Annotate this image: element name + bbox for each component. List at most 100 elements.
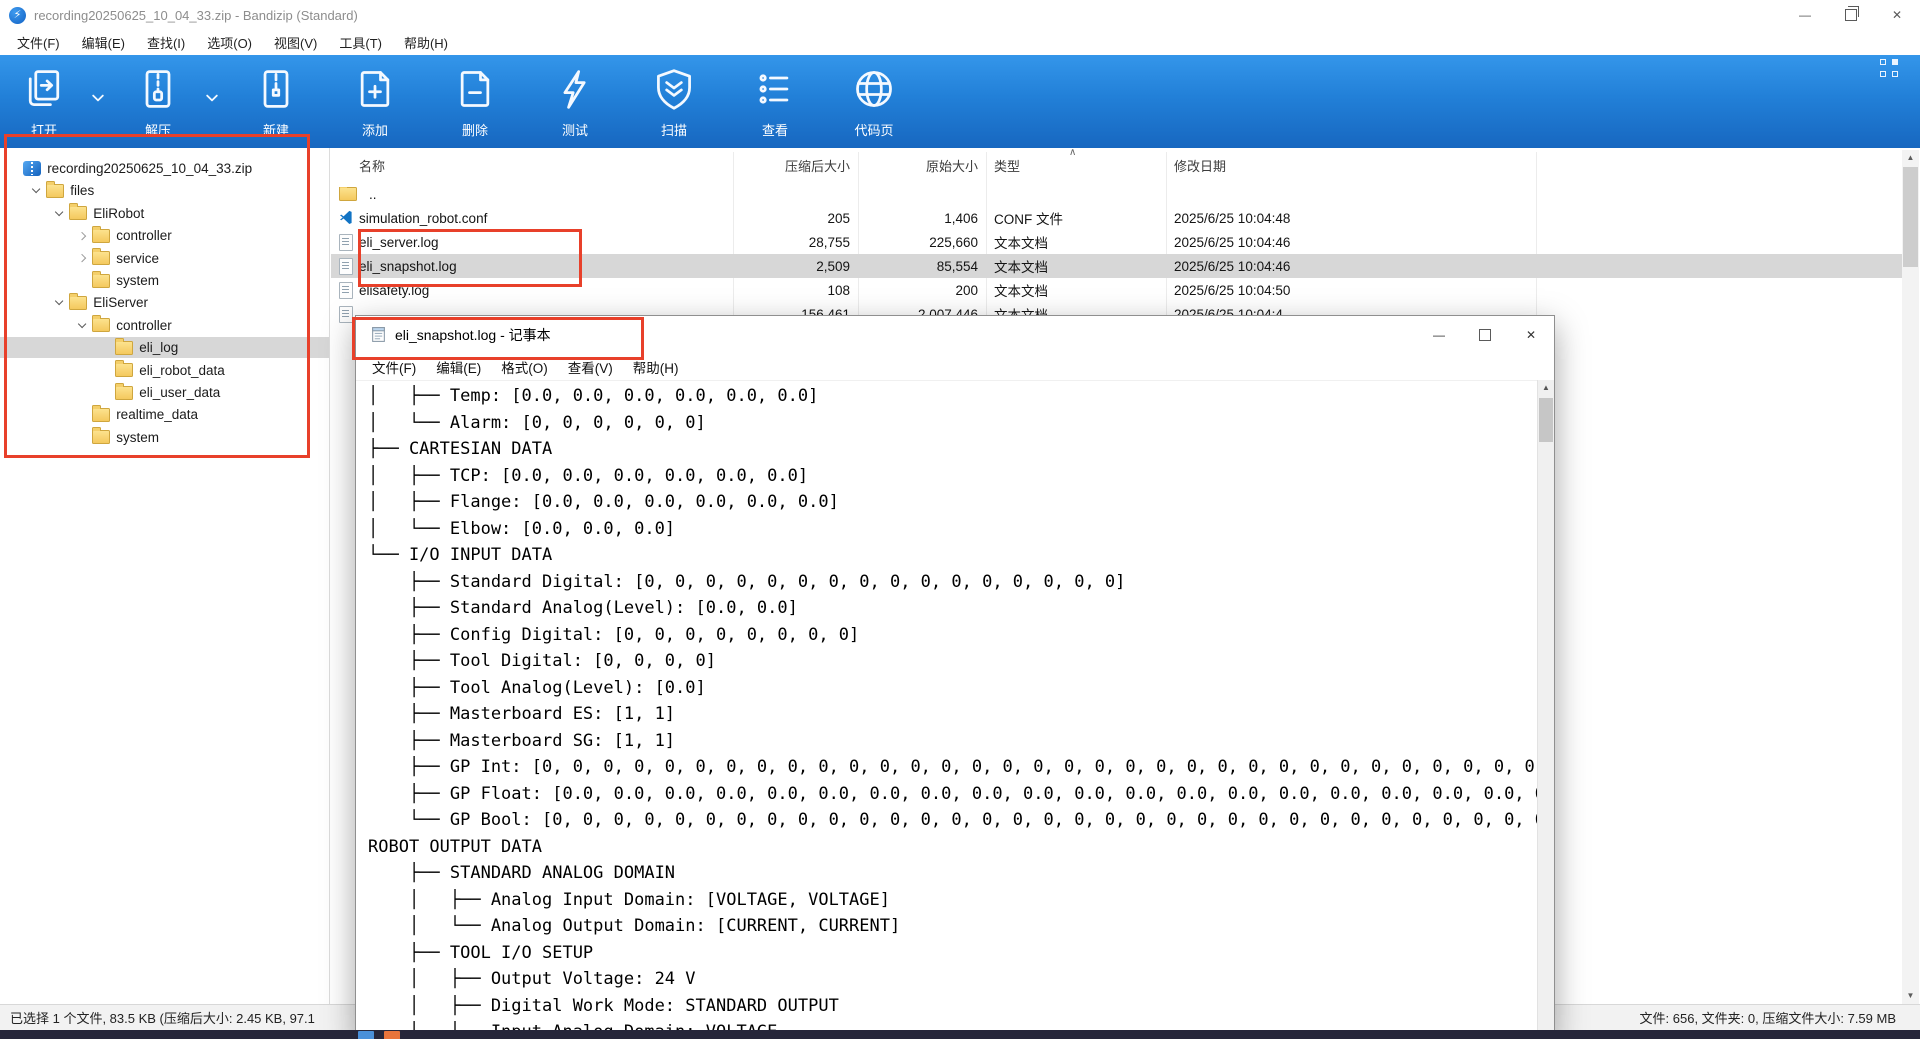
sort-ascending-icon[interactable]: ∧ bbox=[1069, 148, 1076, 158]
tree-item-eli-robot-data[interactable]: eli_robot_data bbox=[0, 360, 330, 381]
bandizip-menu-item[interactable]: 编辑(E) bbox=[71, 30, 136, 55]
tree-item-eli-user-data[interactable]: eli_user_data bbox=[0, 382, 330, 403]
toolbar-button-new[interactable]: 新建 bbox=[240, 63, 312, 145]
minimize-button[interactable]: — bbox=[1782, 0, 1828, 30]
bandizip-menu-item[interactable]: 查找(I) bbox=[136, 30, 196, 55]
log-text-content: │ ├── Temp: [0.0, 0.0, 0.0, 0.0, 0.0, 0.… bbox=[356, 380, 1537, 1038]
file-date-cell: 2025/6/25 10:04:48 bbox=[1166, 211, 1536, 226]
toolbar-button-extract[interactable]: 解压 bbox=[122, 63, 194, 145]
notepad-text-area[interactable]: │ ├── Temp: [0.0, 0.0, 0.0, 0.0, 0.0, 0.… bbox=[356, 380, 1537, 1038]
file-row-eli_snapshot.log[interactable]: eli_snapshot.log2,50985,554文本文档2025/6/25… bbox=[331, 254, 1902, 278]
file-row-eli_server.log[interactable]: eli_server.log28,755225,660文本文档2025/6/25… bbox=[331, 230, 1902, 254]
file-row-simulation_robot.conf[interactable]: simulation_robot.conf2051,406CONF 文件2025… bbox=[331, 206, 1902, 230]
bandizip-menu-item[interactable]: 视图(V) bbox=[263, 30, 328, 55]
notepad-titlebar[interactable]: eli_snapshot.log - 记事本 — ✕ bbox=[356, 316, 1554, 353]
chevron-right-icon[interactable] bbox=[78, 254, 87, 263]
file-type-cell: CONF 文件 bbox=[986, 208, 1166, 228]
tree-item-controller[interactable]: controller bbox=[0, 225, 330, 246]
test-icon bbox=[553, 67, 597, 111]
folder-icon bbox=[115, 363, 133, 377]
notepad-scroll-up-icon[interactable]: ▲ bbox=[1538, 380, 1554, 396]
tree-item-label: service bbox=[116, 251, 159, 266]
tree-item-service[interactable]: service bbox=[0, 248, 330, 269]
file-type-cell: 文本文档 bbox=[986, 280, 1166, 300]
column-header-3[interactable]: 类型 bbox=[986, 156, 1166, 175]
tree-item-recording20250625-10-04-33-zip[interactable]: recording20250625_10_04_33.zip bbox=[0, 158, 330, 179]
notepad-close-button[interactable]: ✕ bbox=[1508, 316, 1554, 353]
toolbar-button-codepage[interactable]: 代码页 bbox=[838, 63, 910, 145]
file-name-cell: elisafety.log bbox=[331, 282, 733, 299]
folder-icon bbox=[92, 274, 110, 288]
notepad-scrollbar-thumb[interactable] bbox=[1539, 398, 1553, 442]
restore-button[interactable] bbox=[1828, 0, 1874, 30]
file-name-cell: simulation_robot.conf bbox=[331, 210, 733, 227]
notepad-menu-item[interactable]: 格式(O) bbox=[491, 354, 558, 380]
tree-item-eli-log[interactable]: eli_log bbox=[0, 337, 330, 358]
bandizip-menu-item[interactable]: 工具(T) bbox=[328, 30, 393, 55]
toolbar-button-label: 测试 bbox=[562, 120, 588, 139]
chevron-down-icon[interactable] bbox=[78, 319, 87, 328]
tree-item-eliserver[interactable]: EliServer bbox=[0, 292, 330, 313]
scroll-down-icon[interactable]: ▼ bbox=[1902, 988, 1919, 1004]
bandizip-menu-item[interactable]: 选项(O) bbox=[196, 30, 263, 55]
column-header-4[interactable]: 修改日期 bbox=[1166, 156, 1536, 175]
document-icon bbox=[339, 258, 353, 275]
notepad-minimize-button[interactable]: — bbox=[1416, 316, 1462, 353]
folder-icon bbox=[92, 229, 110, 243]
folder-icon bbox=[92, 318, 110, 332]
file-list-scrollbar[interactable]: ▲ ▼ bbox=[1902, 150, 1919, 1004]
notepad-menu-item[interactable]: 查看(V) bbox=[558, 354, 623, 380]
notepad-maximize-button[interactable] bbox=[1462, 316, 1508, 353]
codepage-icon bbox=[852, 67, 896, 111]
taskbar-app-icon[interactable] bbox=[358, 1031, 374, 1039]
folder-icon bbox=[46, 184, 64, 198]
tree-item-label: eli_log bbox=[139, 340, 178, 355]
chevron-right-icon[interactable] bbox=[78, 231, 87, 240]
toolbar-button-test[interactable]: 测试 bbox=[539, 63, 611, 145]
scroll-up-icon[interactable]: ▲ bbox=[1902, 150, 1919, 166]
scrollbar-thumb[interactable] bbox=[1903, 167, 1918, 267]
toolbar-button-open[interactable]: 打开 bbox=[8, 63, 80, 145]
tree-item-system[interactable]: system bbox=[0, 427, 330, 448]
dropdown-caret-icon[interactable] bbox=[206, 89, 220, 99]
close-button[interactable]: ✕ bbox=[1874, 0, 1920, 30]
tree-item-realtime-data[interactable]: realtime_data bbox=[0, 404, 330, 425]
dropdown-caret-icon[interactable] bbox=[92, 89, 106, 99]
notepad-menu-item[interactable]: 文件(F) bbox=[362, 354, 426, 380]
file-row-..[interactable]: .. bbox=[331, 182, 1902, 206]
status-archive-info-text: 文件: 656, 文件夹: 0, 压缩文件大小: 7.59 MB bbox=[1640, 1008, 1896, 1027]
chevron-down-icon[interactable] bbox=[32, 185, 41, 194]
chevron-down-icon[interactable] bbox=[55, 297, 64, 306]
tree-item-system[interactable]: system bbox=[0, 270, 330, 291]
restore-icon bbox=[1845, 9, 1857, 21]
bandizip-window-title: recording20250625_10_04_33.zip - Bandizi… bbox=[34, 8, 358, 23]
toolbar-button-scan[interactable]: 扫描 bbox=[638, 63, 710, 145]
folder-icon bbox=[115, 341, 133, 355]
file-type-cell: 文本文档 bbox=[986, 256, 1166, 276]
scan-icon bbox=[652, 67, 696, 111]
toolbar-button-label: 代码页 bbox=[854, 120, 893, 139]
toolbar-button-add[interactable]: 添加 bbox=[339, 63, 411, 145]
file-name-cell: eli_server.log bbox=[331, 234, 733, 251]
file-row-elisafety.log[interactable]: elisafety.log108200文本文档2025/6/25 10:04:5… bbox=[331, 278, 1902, 302]
notepad-menu-item[interactable]: 编辑(E) bbox=[426, 354, 491, 380]
layout-grid-icon[interactable] bbox=[1880, 59, 1898, 77]
toolbar-button-delete[interactable]: 删除 bbox=[439, 63, 511, 145]
add-icon bbox=[353, 67, 397, 111]
column-header-0[interactable]: 名称 bbox=[331, 156, 733, 175]
notepad-scrollbar[interactable]: ▲ bbox=[1537, 380, 1554, 1038]
taskbar-app-icon[interactable] bbox=[384, 1031, 400, 1039]
tree-item-elirobot[interactable]: EliRobot bbox=[0, 203, 330, 224]
bandizip-menu-item[interactable]: 文件(F) bbox=[6, 30, 71, 55]
bandizip-menu-item[interactable]: 帮助(H) bbox=[393, 30, 459, 55]
column-header-2[interactable]: 原始大小 bbox=[858, 156, 986, 175]
tree-item-controller[interactable]: controller bbox=[0, 315, 330, 336]
tree-item-label: EliServer bbox=[93, 295, 148, 310]
toolbar-button-label: 扫描 bbox=[661, 120, 687, 139]
chevron-down-icon[interactable] bbox=[55, 207, 64, 216]
toolbar-button-view[interactable]: 查看 bbox=[739, 63, 811, 145]
file-type-cell: 文本文档 bbox=[986, 232, 1166, 252]
tree-item-files[interactable]: files bbox=[0, 180, 330, 201]
notepad-menu-item[interactable]: 帮助(H) bbox=[623, 354, 689, 380]
column-header-1[interactable]: 压缩后大小 bbox=[733, 156, 858, 175]
